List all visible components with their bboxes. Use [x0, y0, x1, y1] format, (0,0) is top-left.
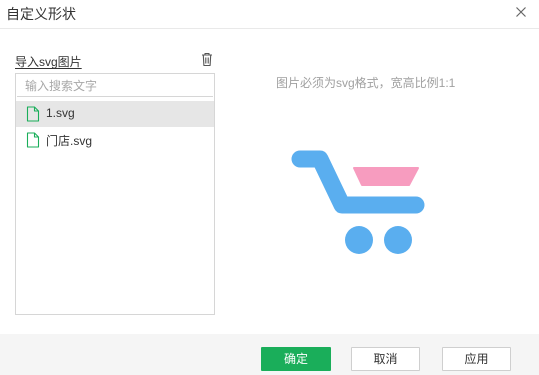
list-item[interactable]: 1.svg [16, 101, 214, 127]
shopping-cart-icon [291, 150, 425, 254]
title-bar: 自定义形状 [0, 0, 539, 29]
dialog-title: 自定义形状 [6, 6, 76, 22]
file-name: 门店.svg [46, 134, 93, 148]
close-icon[interactable] [513, 4, 529, 20]
cancel-button[interactable]: 取消 [351, 347, 420, 371]
file-name: 1.svg [46, 106, 75, 120]
file-list-panel: 1.svg 门店.svg [15, 73, 215, 315]
apply-button[interactable]: 应用 [442, 347, 511, 371]
format-hint: 图片必须为svg格式，宽高比例1:1 [276, 76, 456, 90]
search-input[interactable] [17, 75, 213, 97]
trash-icon[interactable] [199, 51, 215, 67]
import-svg-label[interactable]: 导入svg图片 [15, 53, 82, 70]
list-item[interactable]: 门店.svg [16, 127, 214, 153]
confirm-button[interactable]: 确定 [261, 347, 331, 371]
file-icon [26, 106, 40, 122]
custom-shape-dialog: 自定义形状 导入svg图片 1.svg 门店.svg 图片必须为svg格式，宽高… [0, 0, 539, 375]
file-icon [26, 132, 40, 148]
